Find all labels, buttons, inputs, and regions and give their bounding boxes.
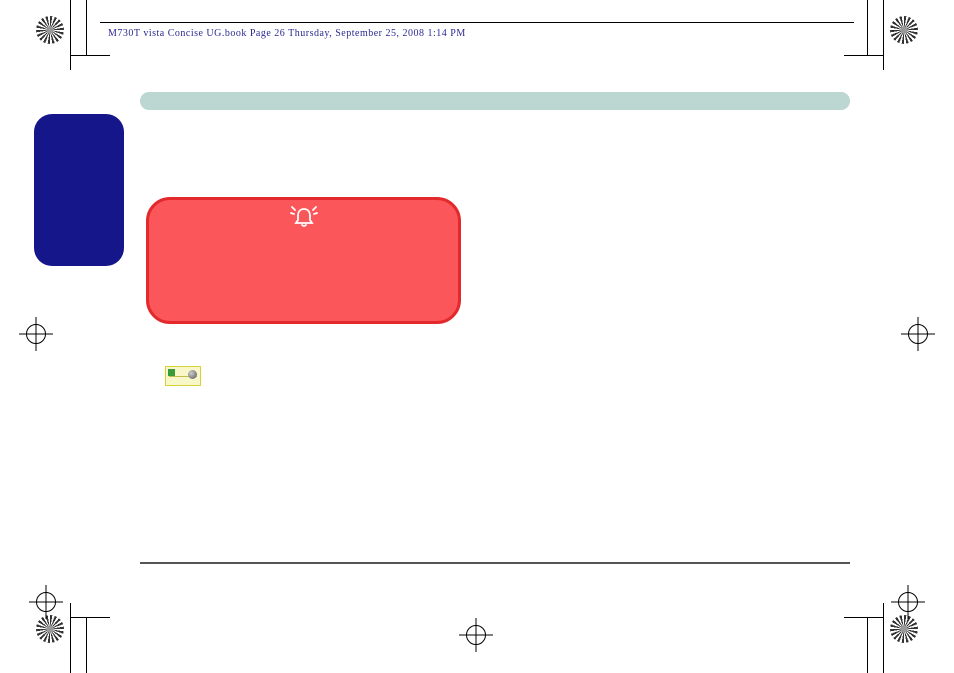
crosshair-icon: [908, 324, 928, 344]
crop-mark: [867, 0, 868, 55]
crop-mark: [86, 618, 87, 673]
crosshair-icon: [36, 592, 56, 612]
crosshair-icon: [466, 625, 486, 645]
crop-mark: [883, 603, 884, 673]
crop-mark: [883, 0, 884, 70]
crosshair-icon: [898, 592, 918, 612]
document-header: M730T vista Concise UG.book Page 26 Thur…: [108, 28, 466, 39]
crop-mark: [86, 0, 87, 55]
crop-mark: [70, 55, 110, 56]
crop-mark: [70, 603, 71, 673]
section-heading-bar: [140, 92, 850, 110]
crop-mark: [844, 617, 884, 618]
crop-mark: [70, 0, 71, 70]
registration-mark-icon: [890, 615, 918, 643]
crosshair-icon: [26, 324, 46, 344]
footer-rule: [140, 562, 850, 564]
registration-mark-icon: [36, 615, 64, 643]
bell-alert-icon: [290, 205, 318, 233]
registration-mark-icon: [890, 16, 918, 44]
crop-mark: [867, 618, 868, 673]
registration-mark-icon: [36, 16, 64, 44]
chapter-tab: [34, 114, 124, 266]
crop-mark: [70, 617, 110, 618]
thumbnail-icon: [165, 366, 201, 386]
crop-mark: [844, 55, 884, 56]
header-rule: [100, 22, 854, 23]
